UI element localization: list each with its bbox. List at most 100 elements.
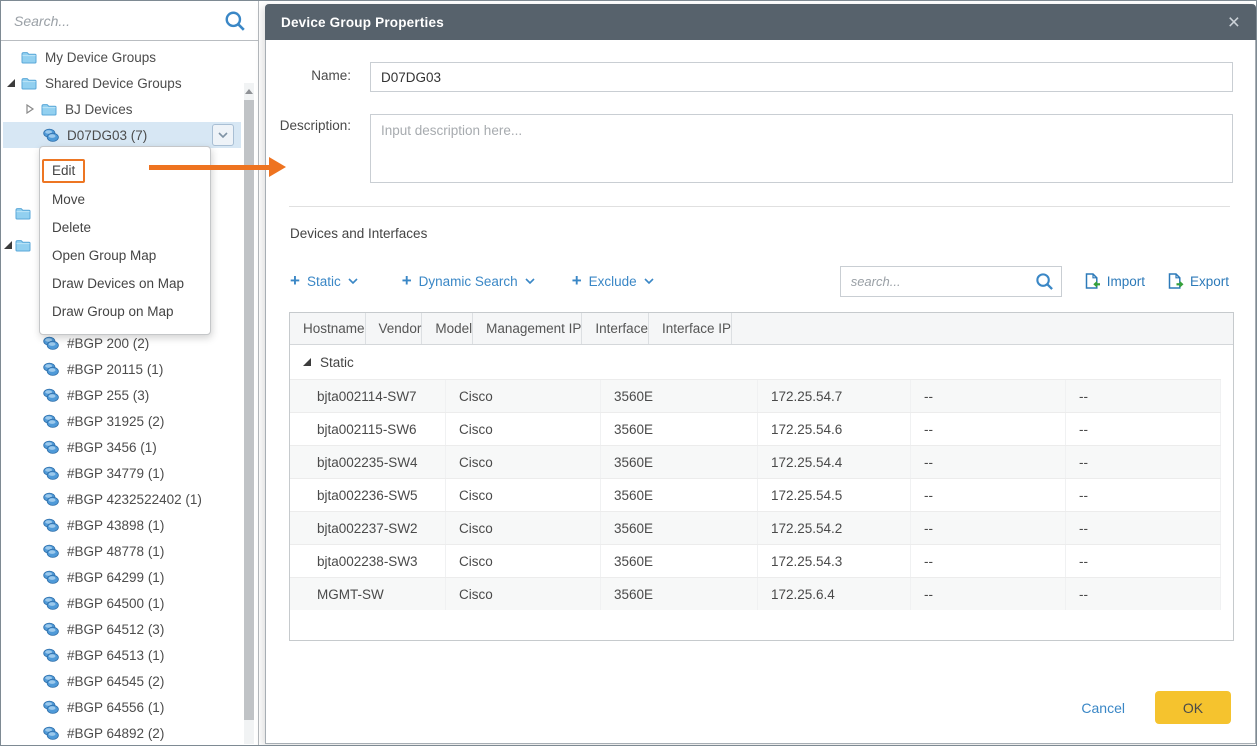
table-column-header[interactable]: Model xyxy=(422,313,474,344)
device-group-icon xyxy=(43,570,59,584)
folder-icon xyxy=(15,239,31,251)
tree-item-label: #BGP 64512 (3) xyxy=(67,621,165,637)
tree-item-label: My Device Groups xyxy=(45,49,157,65)
tree-item-bgp-group[interactable]: #BGP 64299 (1) xyxy=(1,564,241,590)
table-column-header[interactable]: Management IP xyxy=(473,313,583,344)
tree-item-bgp-group[interactable]: #BGP 48778 (1) xyxy=(1,538,241,564)
cell-hostname: bjta002115-SW6 xyxy=(290,413,446,445)
tree-item-bgp-group[interactable]: #BGP 20115 (1) xyxy=(1,356,241,382)
cell-interface: -- xyxy=(911,413,1066,445)
section-divider xyxy=(289,206,1230,207)
cell-management-ip: 172.25.54.6 xyxy=(758,413,911,445)
import-icon xyxy=(1085,273,1101,289)
description-field[interactable] xyxy=(370,114,1233,183)
table-row[interactable]: bjta002114-SW7 Cisco 3560E 172.25.54.7 -… xyxy=(290,379,1221,412)
tree-item-bgp-group[interactable]: #BGP 64556 (1) xyxy=(1,694,241,720)
cell-management-ip: 172.25.54.5 xyxy=(758,479,911,511)
table-column-header[interactable]: Interface IP xyxy=(649,313,732,344)
context-menu-item[interactable]: Draw Devices on Map xyxy=(40,269,210,297)
search-icon[interactable] xyxy=(1035,272,1054,291)
group-actions-dropdown-button[interactable] xyxy=(212,124,234,146)
search-icon[interactable] xyxy=(224,10,246,32)
tree-item-bgp-group[interactable]: #BGP 31925 (2) xyxy=(1,408,241,434)
collapsed-caret-icon[interactable] xyxy=(25,104,35,114)
tree-item-bgp-group[interactable]: #BGP 255 (3) xyxy=(1,382,241,408)
device-group-icon xyxy=(43,492,59,506)
expanded-caret-icon[interactable] xyxy=(7,79,15,87)
tree-item-bgp-group[interactable]: #BGP 64545 (2) xyxy=(1,668,241,694)
tree-item-partial[interactable] xyxy=(4,232,31,258)
app-window: My Device Groups Shared Device Groups BJ… xyxy=(0,0,1257,746)
cell-model: 3560E xyxy=(601,512,758,544)
cell-hostname: MGMT-SW xyxy=(290,578,446,610)
tree-item-bgp-group[interactable]: #BGP 64513 (1) xyxy=(1,642,241,668)
tree-item-label: D07DG03 (7) xyxy=(67,127,148,143)
context-menu-item[interactable]: Open Group Map xyxy=(40,241,210,269)
table-row[interactable]: bjta002238-SW3 Cisco 3560E 172.25.54.3 -… xyxy=(290,544,1221,577)
cancel-button[interactable]: Cancel xyxy=(1081,700,1125,716)
tree-item-bgp-group[interactable]: #BGP 64500 (1) xyxy=(1,590,241,616)
add-exclude-button[interactable]: + Exclude xyxy=(572,272,654,289)
cell-vendor: Cisco xyxy=(446,545,601,577)
cell-vendor: Cisco xyxy=(446,446,601,478)
tree-item-selected-group[interactable]: D07DG03 (7) xyxy=(3,122,241,148)
context-menu-item[interactable]: Delete xyxy=(40,213,210,241)
device-group-icon xyxy=(43,700,59,714)
expanded-caret-icon[interactable] xyxy=(4,241,12,249)
table-row[interactable]: bjta002235-SW4 Cisco 3560E 172.25.54.4 -… xyxy=(290,445,1221,478)
sidebar-scrollbar[interactable] xyxy=(244,83,254,744)
close-icon[interactable]: × xyxy=(1228,12,1240,33)
table-column-header[interactable]: Hostname xyxy=(290,313,366,344)
cell-model: 3560E xyxy=(601,545,758,577)
device-group-icon xyxy=(43,440,59,454)
tree-item-bgp-group[interactable]: #BGP 34779 (1) xyxy=(1,460,241,486)
expanded-caret-icon[interactable] xyxy=(303,358,311,366)
table-row[interactable]: MGMT-SW Cisco 3560E 172.25.6.4 -- -- xyxy=(290,577,1221,610)
table-row[interactable]: bjta002236-SW5 Cisco 3560E 172.25.54.5 -… xyxy=(290,478,1221,511)
table-search-input[interactable] xyxy=(839,265,1062,297)
import-button[interactable]: Import xyxy=(1084,273,1145,289)
context-menu-item[interactable]: Draw Group on Map xyxy=(40,297,210,325)
context-menu-item[interactable]: Move xyxy=(40,185,210,213)
device-group-icon xyxy=(43,414,59,428)
tree-item-my-device-groups[interactable]: My Device Groups xyxy=(21,44,156,70)
table-header-row: Hostname Vendor Model Management IP Inte… xyxy=(290,313,1233,345)
description-label: Description: xyxy=(279,118,351,133)
tree-item-label: #BGP 255 (3) xyxy=(67,387,150,403)
tree-item-bgp-group[interactable]: #BGP 43898 (1) xyxy=(1,512,241,538)
cell-interface: -- xyxy=(911,479,1066,511)
scrollbar-thumb[interactable] xyxy=(244,100,254,720)
add-dynamic-search-button[interactable]: + Dynamic Search xyxy=(402,272,535,289)
name-label: Name: xyxy=(311,68,351,83)
tree-item-bj-devices[interactable]: BJ Devices xyxy=(25,96,133,122)
table-row[interactable]: bjta002115-SW6 Cisco 3560E 172.25.54.6 -… xyxy=(290,412,1221,445)
add-exclude-label: Exclude xyxy=(588,273,637,289)
tree-item-label: #BGP 64892 (2) xyxy=(67,725,165,741)
static-group-row[interactable]: Static xyxy=(290,345,1233,379)
tree-item-label: #BGP 31925 (2) xyxy=(67,413,165,429)
table-column-header[interactable]: Vendor xyxy=(366,313,423,344)
table-row[interactable]: bjta002237-SW2 Cisco 3560E 172.25.54.2 -… xyxy=(290,511,1221,544)
group-row-label: Static xyxy=(320,354,354,370)
device-group-icon xyxy=(43,726,59,740)
table-column-header[interactable]: Interface xyxy=(582,313,649,344)
export-button[interactable]: Export xyxy=(1167,273,1229,289)
scrollbar-up-arrow[interactable] xyxy=(244,83,254,99)
tree-item-bgp-group[interactable]: #BGP 3456 (1) xyxy=(1,434,241,460)
tree-item-shared-device-groups[interactable]: Shared Device Groups xyxy=(7,70,182,96)
context-menu-item[interactable]: Edit xyxy=(40,157,210,185)
tree-item-bgp-group[interactable]: #BGP 64892 (2) xyxy=(1,720,241,745)
tree-item-label: #BGP 64299 (1) xyxy=(67,569,165,585)
cell-management-ip: 172.25.54.2 xyxy=(758,512,911,544)
device-group-icon xyxy=(43,648,59,662)
tree-item-bgp-group[interactable]: #BGP 64512 (3) xyxy=(1,616,241,642)
add-static-button[interactable]: + Static xyxy=(290,272,358,289)
group-context-menu: Edit Move Delete Open Group Map Draw Dev… xyxy=(39,146,211,335)
cell-model: 3560E xyxy=(601,479,758,511)
sidebar-search-input[interactable] xyxy=(1,1,258,40)
name-field[interactable] xyxy=(370,62,1233,92)
tree-item-bgp-group[interactable]: #BGP 4232522402 (1) xyxy=(1,486,241,512)
ok-button[interactable]: OK xyxy=(1155,691,1231,724)
tree-item-partial[interactable] xyxy=(15,200,31,226)
dialog-titlebar[interactable]: Device Group Properties × xyxy=(265,4,1256,40)
